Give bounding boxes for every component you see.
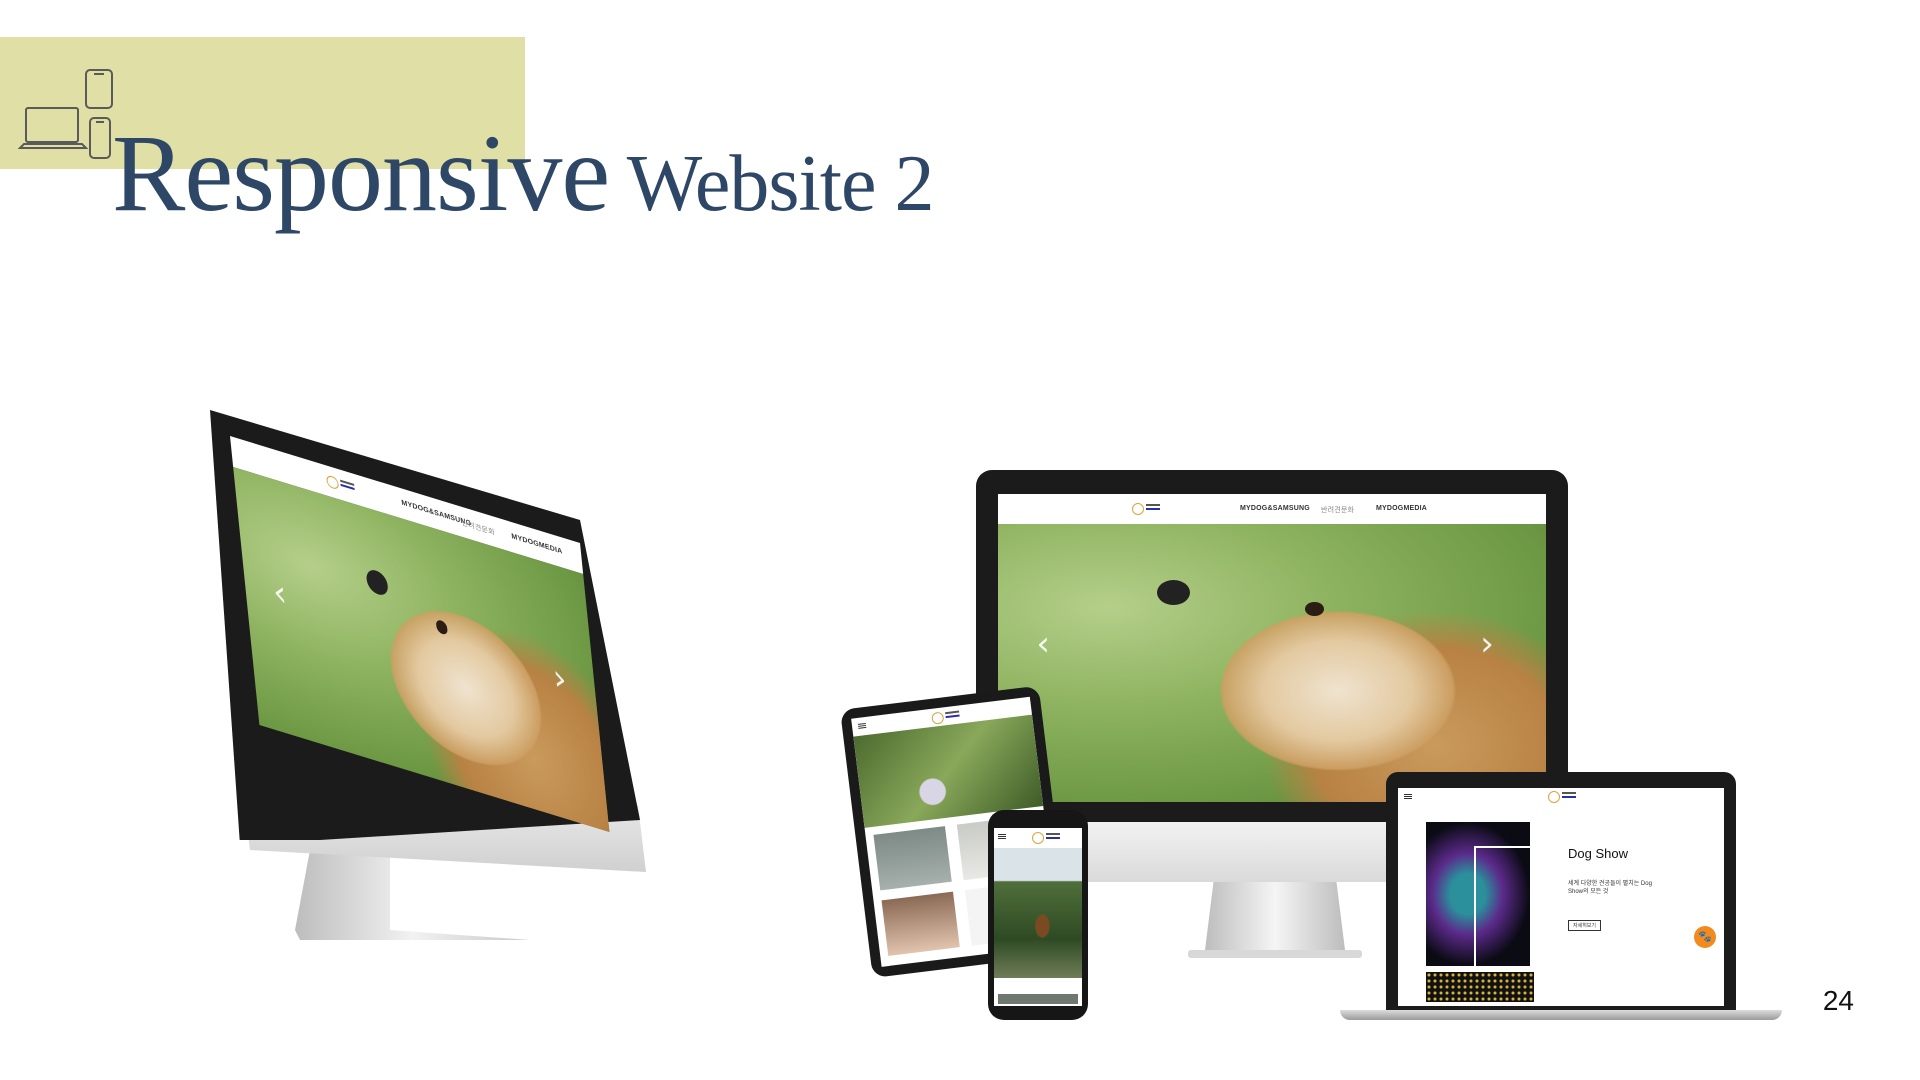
site-logo[interactable] <box>1032 831 1060 845</box>
nav-mydogmedia[interactable]: MYDOGMEDIA <box>1376 505 1427 512</box>
laptop-base <box>1340 1010 1782 1020</box>
nav-culture[interactable]: 반려견문화 <box>461 518 495 538</box>
slide-title-sub: Website 2 <box>609 140 935 228</box>
dog-show-heading: Dog Show <box>1568 846 1628 861</box>
hamburger-icon[interactable] <box>998 834 1006 835</box>
phone-device <box>988 810 1088 1020</box>
neon-dog-frame <box>1474 846 1548 970</box>
nav-culture[interactable]: 반려견문화 <box>1321 505 1354 515</box>
page-number: 24 <box>1822 985 1854 1016</box>
glitter-image <box>1426 972 1534 1002</box>
chevron-right-icon[interactable]: › <box>551 656 569 701</box>
hamburger-icon[interactable] <box>1404 794 1412 795</box>
phone-photo-lake <box>994 848 1082 978</box>
site-header: MYDOG&SAMSUNG 반려견문화 MYDOGMEDIA <box>998 494 1546 524</box>
laptop-site: Dog Show 세계 다양한 견공들이 펼치는 Dog Show의 모든 것 … <box>1398 788 1724 1006</box>
paw-icon[interactable]: 🐾 <box>1694 926 1716 948</box>
imac-front-stand <box>1188 870 1362 958</box>
dog-show-description: 세계 다양한 견공들이 펼치는 Dog Show의 모든 것 <box>1568 881 1652 895</box>
imac-front-screen: MYDOG&SAMSUNG 반려견문화 MYDOGMEDIA ‹ › <box>976 470 1568 822</box>
nav-mydogmedia[interactable]: MYDOGMEDIA <box>511 533 563 556</box>
nav-mydog-samsung[interactable]: MYDOG&SAMSUNG <box>1240 505 1310 512</box>
tablet-tile <box>881 891 960 956</box>
details-button[interactable]: 자세히보기 <box>1568 920 1602 931</box>
chevron-right-icon[interactable]: › <box>1480 627 1494 661</box>
slide-title-main: Responsive <box>112 112 610 234</box>
site-logo[interactable] <box>1548 790 1576 804</box>
chevron-left-icon[interactable]: ‹ <box>271 570 289 615</box>
devices-icon <box>18 69 113 159</box>
laptop-screen: Dog Show 세계 다양한 견공들이 펼치는 Dog Show의 모든 것 … <box>1386 772 1736 1012</box>
site-logo[interactable] <box>325 473 355 495</box>
tablet-tile <box>873 826 952 891</box>
phone-site <box>994 828 1082 1006</box>
phone-footer-strip <box>998 994 1078 1004</box>
hero-dog-image: ‹ › <box>998 524 1546 802</box>
site-logo[interactable] <box>1132 502 1160 516</box>
slide-title: Responsive Website 2 <box>112 118 935 228</box>
chevron-left-icon[interactable]: ‹ <box>1036 627 1050 661</box>
imac-angled-screen: MYDOG&SAMSUNG 반려견문화 MYDOGMEDIA ‹ › <box>210 410 640 840</box>
hamburger-icon[interactable] <box>857 722 866 725</box>
